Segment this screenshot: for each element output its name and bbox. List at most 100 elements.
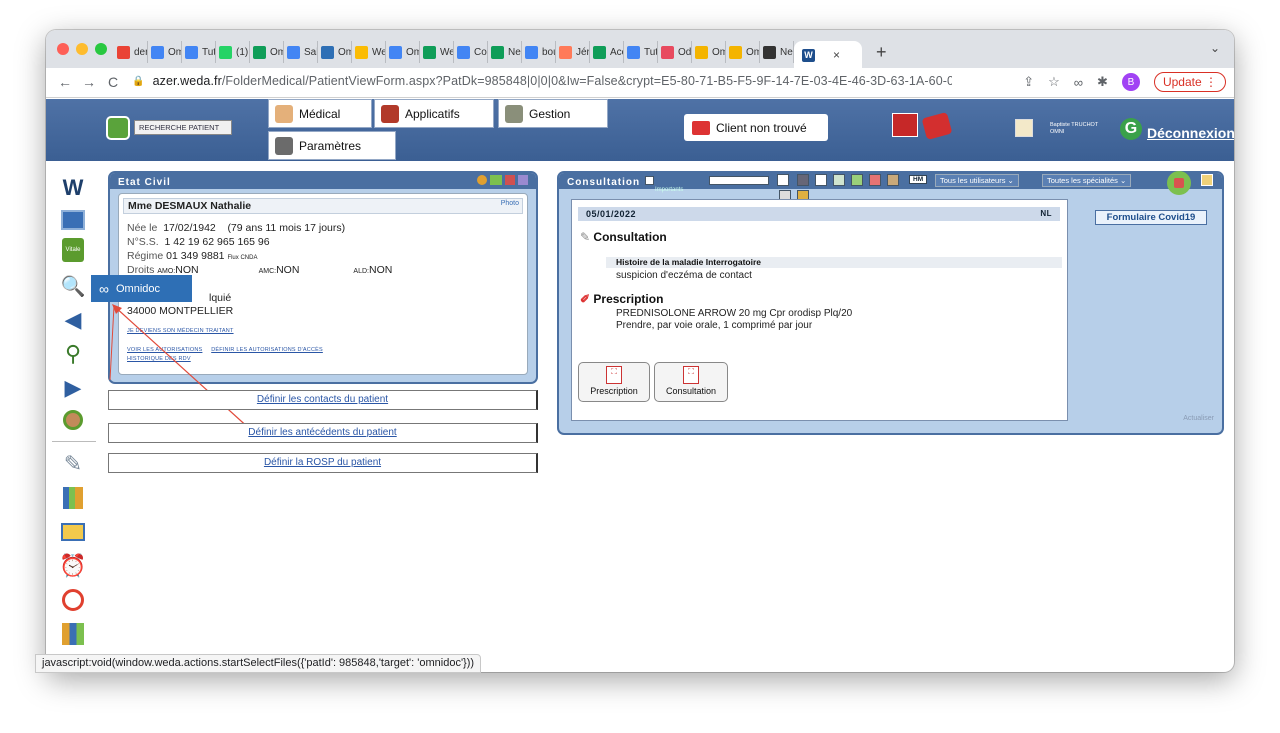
play-icon	[695, 45, 708, 59]
define-contacts-link[interactable]: Définir les contacts du patient	[108, 390, 538, 410]
browser-actions: ⇪ ☆ ∞ ✱ B Update ⋮	[1023, 72, 1226, 92]
back-icon[interactable]: ←	[58, 74, 72, 90]
reload-icon[interactable]: C	[108, 74, 118, 90]
prescription-pad-icon[interactable]	[921, 112, 953, 140]
document-icon[interactable]	[505, 175, 515, 185]
vitale-icon[interactable]: Vitale	[60, 237, 86, 263]
edit-icon[interactable]	[518, 175, 528, 185]
card-reader-icon[interactable]	[60, 207, 86, 233]
bookmark-star-icon[interactable]: ☆	[1048, 74, 1060, 90]
filter-input[interactable]	[709, 176, 769, 185]
forward-icon[interactable]: →	[82, 74, 96, 90]
prescription-pill-icon[interactable]	[60, 587, 86, 613]
minimize-window-button[interactable]	[76, 43, 88, 55]
url-field[interactable]: 🔒 azer.weda.fr/FolderMedical/PatientView…	[132, 70, 952, 92]
alarm-icon[interactable]	[477, 175, 487, 185]
pen-green-filter-icon[interactable]	[851, 174, 863, 186]
mail-icon[interactable]	[60, 519, 86, 545]
stethoscope-icon[interactable]: ✎	[60, 451, 86, 477]
add-patient-icon[interactable]	[60, 407, 86, 433]
docs-icon	[627, 45, 640, 59]
toolbar-dark-square[interactable]	[797, 174, 809, 186]
important-hint: Importants	[655, 187, 684, 193]
browser-tab[interactable]: bou	[522, 41, 556, 63]
browser-tab-label: Tut	[644, 46, 658, 58]
browser-tab[interactable]: Tut	[182, 41, 216, 63]
logout-icon[interactable]: G	[1120, 118, 1142, 140]
browser-tab[interactable]: Ne	[488, 41, 522, 63]
browser-tab[interactable]: Om	[318, 41, 352, 63]
extensions-puzzle-icon[interactable]: ✱	[1097, 74, 1108, 90]
sheets-plus-icon	[593, 45, 606, 59]
share-arrow-icon[interactable]	[1167, 171, 1191, 195]
photo-link[interactable]: Photo	[501, 200, 519, 207]
close-window-button[interactable]	[57, 43, 69, 55]
weda-logo-icon[interactable]: W	[60, 175, 86, 201]
prescription-pdf-button[interactable]: ⛶ Prescription	[578, 362, 650, 402]
menu-gestion[interactable]: Gestion	[498, 99, 608, 128]
browser-tab[interactable]: We	[352, 41, 386, 63]
hm-button[interactable]: HM	[909, 175, 928, 184]
browser-tab[interactable]: Sal	[284, 41, 318, 63]
browser-tab[interactable]: der	[114, 41, 148, 63]
tab-search-icon[interactable]: ⌄	[1210, 41, 1220, 55]
browser-tab[interactable]: Jér	[556, 41, 590, 63]
specialties-select[interactable]: Toutes les spécialités ⌄	[1042, 174, 1132, 187]
menu-applicatifs[interactable]: Applicatifs	[374, 99, 494, 128]
important-checkbox[interactable]	[645, 176, 654, 185]
close-tab-icon[interactable]: ×	[833, 48, 840, 62]
lab-results-icon[interactable]	[60, 485, 86, 511]
define-antecedents-link[interactable]: Définir les antécédents du patient	[108, 423, 538, 443]
card-icon[interactable]	[490, 175, 502, 185]
vitale-card-icon[interactable]	[892, 113, 918, 137]
users-select[interactable]: Tous les utilisateurs ⌄	[935, 174, 1019, 187]
omnidoc-extension-icon[interactable]: ∞	[1074, 75, 1083, 90]
browser-tab[interactable]: Tut	[624, 41, 658, 63]
browser-tab[interactable]: Od	[658, 41, 692, 63]
browser-tab[interactable]: We	[420, 41, 454, 63]
pill-filter-icon[interactable]	[869, 174, 881, 186]
omnidoc-menu-item[interactable]: ∞ Omnidoc	[91, 275, 192, 302]
magnifier-icon[interactable]: ⚲	[60, 341, 86, 367]
share-icon[interactable]: ⇪	[1023, 74, 1034, 90]
browser-tab[interactable]: Co	[454, 41, 488, 63]
search-patient-button[interactable]: RECHERCHE PATIENT	[134, 120, 232, 135]
next-patient-icon[interactable]: ▶	[60, 375, 86, 401]
calendar-icon[interactable]	[1201, 174, 1213, 186]
client-status[interactable]: Client non trouvé	[684, 114, 828, 141]
zoom-window-button[interactable]	[95, 43, 107, 55]
stethoscope-filter-icon[interactable]	[815, 174, 827, 186]
doctor-icon	[275, 104, 293, 123]
update-button[interactable]: Update ⋮	[1153, 72, 1226, 92]
browser-tab[interactable]: Acc	[590, 41, 624, 63]
browser-tab[interactable]: (1)	[216, 41, 250, 63]
search-patient-icon[interactable]: 🔍	[60, 273, 86, 299]
browser-tab[interactable]: Om	[386, 41, 420, 63]
previous-patient-icon[interactable]: ◀	[60, 307, 86, 333]
browser-tab[interactable]: Om	[148, 41, 182, 63]
browser-tab-label: Acc	[610, 46, 623, 58]
toolbar-blank-square[interactable]	[777, 174, 789, 186]
browser-tab-label: Od	[678, 46, 692, 58]
menu-medical[interactable]: Médical	[268, 99, 372, 128]
browser-tab[interactable]: Om	[250, 41, 284, 63]
consultation-pdf-button[interactable]: ⛶ Consultation	[654, 362, 728, 402]
weda-home-icon[interactable]	[106, 116, 130, 140]
menu-parametres[interactable]: Paramètres	[268, 131, 396, 160]
new-tab-button[interactable]: +	[876, 42, 887, 63]
odoo-icon	[661, 45, 674, 59]
profile-avatar[interactable]: B	[1121, 73, 1140, 91]
browser-tab[interactable]: Ne	[760, 41, 794, 63]
refresh-link[interactable]: Actualiser	[1183, 415, 1214, 422]
alarm-clock-icon[interactable]: ⏰	[59, 553, 86, 579]
browser-tab-active[interactable]: W ×	[794, 41, 862, 69]
book-filter-icon[interactable]	[887, 174, 899, 186]
logout-link[interactable]: Déconnexion	[1147, 125, 1234, 141]
define-rosp-link[interactable]: Définir la ROSP du patient	[108, 453, 538, 473]
formulaire-covid-button[interactable]: Formulaire Covid19	[1095, 210, 1207, 225]
statistics-icon[interactable]	[60, 621, 86, 647]
pen-filter-icon[interactable]	[833, 174, 845, 186]
notes-icon[interactable]	[1015, 119, 1033, 137]
browser-tab[interactable]: Om	[692, 41, 726, 63]
browser-tab[interactable]: Om	[726, 41, 760, 63]
